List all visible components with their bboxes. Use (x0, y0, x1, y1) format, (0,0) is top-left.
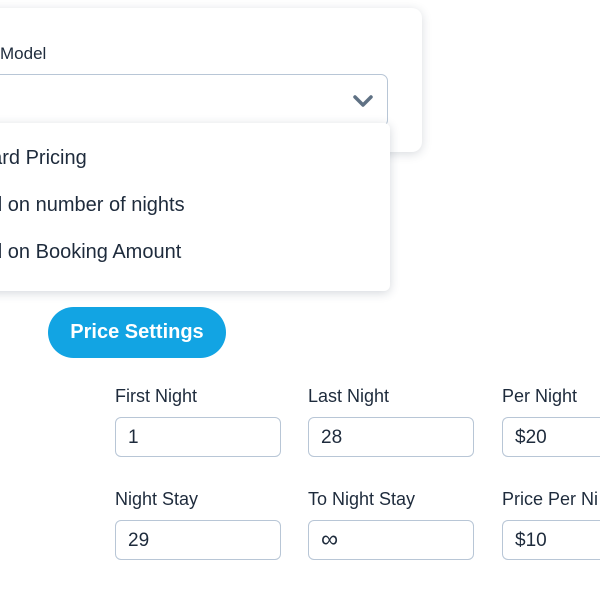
to-night-stay-value: ∞ (321, 526, 339, 553)
per-night-input[interactable]: $20 (502, 417, 600, 457)
first-night-input[interactable]: 1 (115, 417, 281, 457)
pricing-model-label: Model (0, 44, 47, 63)
price-per-night-input[interactable]: $10 (502, 520, 600, 560)
option-based-on-booking-amount[interactable]: ed on Booking Amount (0, 241, 181, 264)
last-night-value: 28 (321, 427, 343, 448)
night-stay-label: Night Stay (115, 489, 199, 509)
chevron-down-icon[interactable] (352, 92, 374, 110)
option-based-on-nights[interactable]: ed on number of nights (0, 194, 185, 217)
per-night-value: $20 (515, 427, 547, 448)
price-per-night-value: $10 (515, 530, 547, 551)
last-night-input[interactable]: 28 (308, 417, 474, 457)
night-stay-value: 29 (128, 530, 150, 551)
pricing-model-dropdown: dard Pricing ed on number of nights ed o… (0, 123, 390, 291)
to-night-stay-label: To Night Stay (308, 489, 416, 509)
pricing-panel: Model t dard Pricing ed on number of nig… (0, 0, 600, 600)
first-night-label: First Night (115, 386, 198, 406)
night-stay-input[interactable]: 29 (115, 520, 281, 560)
price-per-night-label: Price Per Ni (502, 489, 599, 509)
last-night-label: Last Night (308, 386, 390, 406)
price-settings-button[interactable]: Price Settings (48, 307, 226, 358)
first-night-value: 1 (128, 427, 139, 448)
pricing-model-select[interactable]: t (0, 74, 388, 127)
to-night-stay-input[interactable]: ∞ (308, 520, 474, 560)
option-standard-pricing[interactable]: dard Pricing (0, 147, 87, 170)
per-night-label: Per Night (502, 386, 578, 406)
